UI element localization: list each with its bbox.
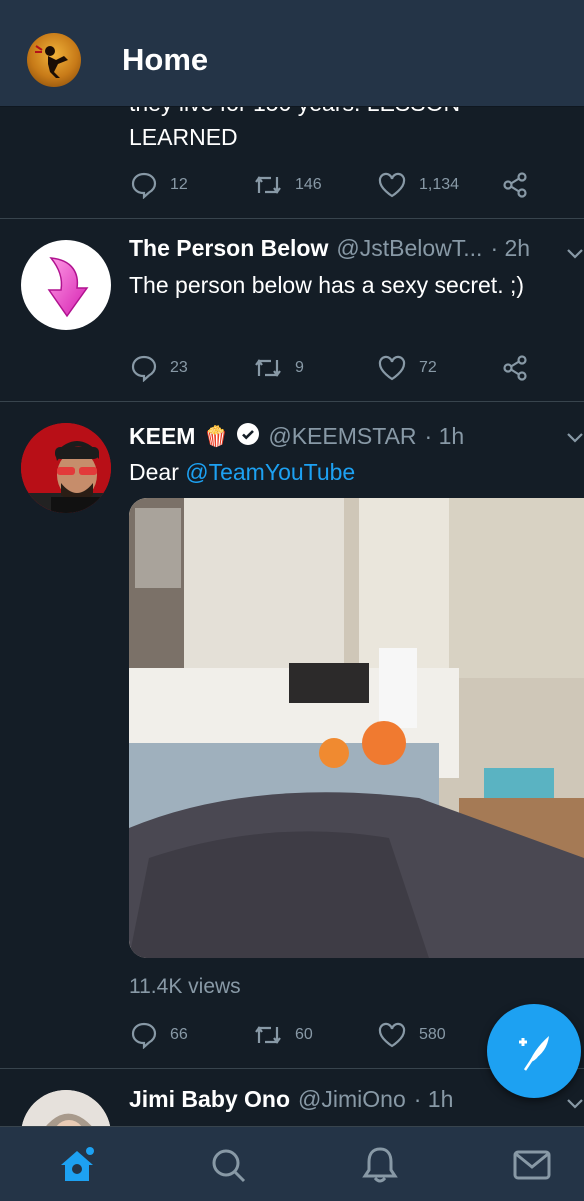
- chevron-down-icon: [567, 433, 583, 443]
- bottom-nav: [0, 1126, 584, 1201]
- compose-tweet-button[interactable]: [487, 1004, 581, 1098]
- heart-icon: [378, 1022, 406, 1048]
- like-button[interactable]: 580: [377, 1021, 446, 1049]
- heart-icon: [378, 172, 406, 198]
- down-arrow-icon: [47, 257, 89, 318]
- retweet-icon: [255, 359, 281, 377]
- heart-icon: [378, 355, 406, 381]
- share-icon: [503, 355, 527, 381]
- video-frame: [129, 498, 584, 958]
- compose-feather-icon: [519, 1036, 549, 1071]
- share-icon: [503, 172, 527, 198]
- avatar[interactable]: [21, 240, 111, 330]
- popcorn-emoji: 🍿: [203, 426, 229, 448]
- verified-icon: [237, 423, 260, 445]
- divider: [0, 218, 584, 219]
- search-icon: [212, 1149, 246, 1183]
- page-title: Home: [122, 42, 209, 77]
- timeline[interactable]: they live for 150 years. LESSON LEARNED …: [0, 0, 584, 1200]
- retweet-button[interactable]: 9: [253, 354, 304, 382]
- user-name[interactable]: The Person Below: [129, 235, 328, 262]
- messages-icon: [513, 1150, 551, 1180]
- user-handle[interactable]: @JstBelowT...: [336, 235, 482, 262]
- retweet-button[interactable]: 146: [253, 171, 322, 199]
- timestamp: · 1h: [424, 423, 465, 449]
- tweet-menu-button[interactable]: [566, 1094, 584, 1112]
- notifications-tab[interactable]: [360, 1145, 400, 1190]
- home-icon: [61, 1147, 94, 1181]
- profile-photo-icon: [21, 423, 111, 513]
- user-name[interactable]: Jimi Baby Ono: [129, 1086, 290, 1113]
- chevron-down-icon: [567, 1099, 583, 1109]
- home-tab[interactable]: [57, 1145, 97, 1190]
- tweet-text: The person below has a sexy secret. ;): [129, 272, 525, 298]
- messages-tab[interactable]: [512, 1145, 552, 1190]
- reply-button[interactable]: 12: [130, 171, 188, 199]
- timestamp: · 2h: [490, 235, 531, 261]
- video-player[interactable]: [129, 498, 584, 958]
- share-button[interactable]: [501, 354, 529, 382]
- verified-badge: [236, 422, 260, 451]
- like-button[interactable]: 72: [377, 354, 437, 382]
- app-header: Home: [0, 14, 584, 107]
- tweet-text: Dear @TeamYouTube: [129, 459, 356, 485]
- avatar[interactable]: [21, 423, 111, 513]
- ninja-avatar-icon[interactable]: [27, 33, 81, 87]
- like-button[interactable]: 1,134: [377, 171, 459, 199]
- reply-icon: [131, 172, 157, 199]
- retweet-button[interactable]: 60: [253, 1021, 313, 1049]
- retweet-icon: [255, 1026, 281, 1044]
- user-handle[interactable]: @KEEMSTAR: [268, 423, 416, 450]
- reply-button[interactable]: 23: [130, 354, 188, 382]
- mention-link[interactable]: @TeamYouTube: [185, 459, 355, 485]
- tweet-menu-button[interactable]: [566, 428, 584, 446]
- search-tab[interactable]: [208, 1145, 248, 1190]
- reply-button[interactable]: 66: [130, 1021, 188, 1049]
- share-button[interactable]: [501, 171, 529, 199]
- tweet-menu-button[interactable]: [566, 244, 584, 262]
- reply-icon: [131, 355, 157, 382]
- retweet-icon: [255, 176, 281, 194]
- reply-icon: [131, 1022, 157, 1049]
- chevron-down-icon: [567, 249, 583, 259]
- user-name[interactable]: KEEM: [129, 423, 195, 450]
- notifications-icon: [362, 1147, 398, 1183]
- timestamp: · 1h: [413, 1086, 454, 1112]
- divider: [0, 401, 584, 402]
- view-count: 11.4K views: [129, 975, 241, 998]
- user-handle[interactable]: @JimiOno: [298, 1086, 406, 1113]
